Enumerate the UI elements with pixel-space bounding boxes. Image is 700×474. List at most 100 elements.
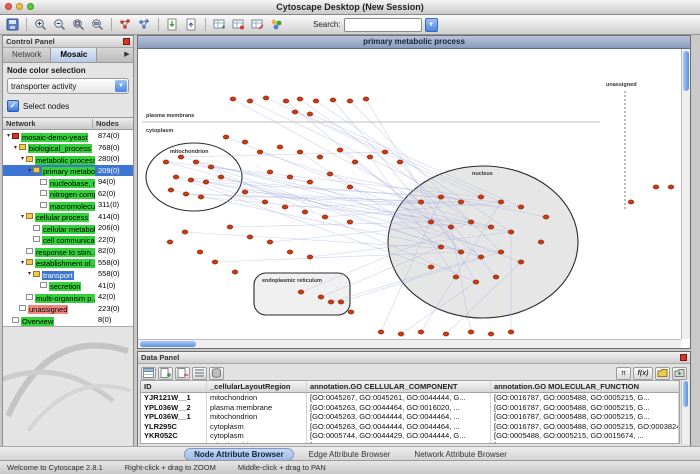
network-node[interactable]: [232, 270, 238, 274]
network-node[interactable]: [327, 172, 333, 176]
network-node[interactable]: [197, 250, 203, 254]
network-node[interactable]: [382, 150, 388, 154]
tree-expand-icon[interactable]: ▾: [19, 213, 26, 220]
select-attributes-icon[interactable]: [141, 367, 156, 380]
network-node[interactable]: [263, 96, 269, 100]
network-node[interactable]: [267, 170, 273, 174]
network-node[interactable]: [193, 160, 199, 164]
table-row[interactable]: YJR121W__1mitochondrion[GO:0045267, GO:0…: [141, 393, 679, 403]
tab-edge-attribute-browser[interactable]: Edge Attribute Browser: [300, 449, 400, 460]
network-node[interactable]: [653, 185, 659, 189]
tab-mosaic[interactable]: Mosaic: [51, 48, 97, 62]
network-node[interactable]: [283, 99, 289, 103]
network-node[interactable]: [223, 135, 229, 139]
network-node[interactable]: [328, 300, 334, 304]
scrollbar-thumb[interactable]: [683, 51, 689, 91]
network-node[interactable]: [458, 250, 464, 254]
network-node[interactable]: [330, 98, 336, 102]
zoom-selected-icon[interactable]: [70, 17, 87, 33]
column-header[interactable]: annotation.GO CELLULAR_COMPONENT: [307, 381, 491, 392]
network-node[interactable]: [628, 200, 634, 204]
formula-pi-icon[interactable]: π: [616, 367, 631, 380]
tree-expand-icon[interactable]: ▾: [12, 144, 19, 151]
network-node[interactable]: [493, 275, 499, 279]
attribute-list-icon[interactable]: [192, 367, 207, 380]
network-node[interactable]: [298, 290, 304, 294]
network-node[interactable]: [198, 195, 204, 199]
network-node[interactable]: [322, 215, 328, 219]
import-file-icon[interactable]: [672, 367, 687, 380]
vizmapper-icon[interactable]: [268, 17, 285, 33]
network-node[interactable]: [230, 97, 236, 101]
network-node[interactable]: [337, 148, 343, 152]
network-node[interactable]: [282, 205, 288, 209]
tree-expand-icon[interactable]: ▾: [19, 259, 26, 266]
network-node[interactable]: [478, 255, 484, 259]
network-node[interactable]: [347, 185, 353, 189]
network-node[interactable]: [183, 192, 189, 196]
save-icon[interactable]: [4, 17, 21, 33]
network-node[interactable]: [348, 310, 354, 314]
function-builder-icon[interactable]: f(x): [633, 367, 653, 380]
network-node[interactable]: [307, 255, 313, 259]
close-panel-icon[interactable]: [680, 354, 687, 361]
network-node[interactable]: [297, 150, 303, 154]
import-network-icon[interactable]: [164, 17, 181, 33]
column-header[interactable]: _cellularLayoutRegion: [207, 381, 307, 392]
network-node[interactable]: [313, 99, 319, 103]
network-node[interactable]: [287, 175, 293, 179]
network-node[interactable]: [498, 250, 504, 254]
network-node[interactable]: [468, 220, 474, 224]
search-options-arrow[interactable]: ▼: [425, 18, 438, 32]
network-node[interactable]: [543, 215, 549, 219]
network-node[interactable]: [378, 330, 384, 334]
network-horizontal-scrollbar[interactable]: [138, 339, 681, 348]
network-node[interactable]: [363, 97, 369, 101]
network-node[interactable]: [367, 155, 373, 159]
table-row[interactable]: YLR295Ccytoplasm[GO:0045263, GO:0044444,…: [141, 422, 679, 432]
network-node[interactable]: [168, 188, 174, 192]
database-icon[interactable]: [209, 367, 224, 380]
tree-expand-icon[interactable]: ▾: [26, 167, 33, 174]
tree-column-network[interactable]: Network: [3, 119, 93, 128]
network-node[interactable]: [302, 210, 308, 214]
table-row[interactable]: YDR039C__1mitochondrion[GO:0044464, GO:0…: [141, 441, 679, 444]
network-node[interactable]: [318, 295, 324, 299]
network-node[interactable]: [438, 245, 444, 249]
tab-overflow-arrow-icon[interactable]: ▶: [121, 48, 133, 62]
network-node[interactable]: [518, 260, 524, 264]
network-node[interactable]: [508, 230, 514, 234]
table-row[interactable]: YPL036W__2plasma membrane[GO:0045263, GO…: [141, 403, 679, 413]
network-node[interactable]: [538, 240, 544, 244]
scrollbar-thumb[interactable]: [140, 341, 196, 347]
open-folder-icon[interactable]: [655, 367, 670, 380]
network-node[interactable]: [668, 185, 674, 189]
network-node[interactable]: [498, 200, 504, 204]
network-node[interactable]: [428, 265, 434, 269]
network-node[interactable]: [297, 97, 303, 101]
select-nodes-checkbox[interactable]: ✓: [7, 100, 19, 112]
table-row[interactable]: YPL036W__1mitochondrion[GO:0045263, GO:0…: [141, 412, 679, 422]
network-node[interactable]: [317, 155, 323, 159]
network-node[interactable]: [188, 178, 194, 182]
network-node[interactable]: [478, 195, 484, 199]
network-node[interactable]: [292, 110, 298, 114]
zoom-fit-icon[interactable]: [89, 17, 106, 33]
search-input[interactable]: [344, 18, 422, 32]
network-node[interactable]: [227, 225, 233, 229]
network-node[interactable]: [208, 165, 214, 169]
zoom-out-icon[interactable]: [51, 17, 68, 33]
network-node[interactable]: [473, 280, 479, 284]
node-attribute-icon[interactable]: [230, 17, 247, 33]
network-node[interactable]: [262, 200, 268, 204]
network-node[interactable]: [163, 160, 169, 164]
scrollbar-thumb[interactable]: [683, 381, 688, 407]
network-node[interactable]: [242, 140, 248, 144]
network-node[interactable]: [267, 240, 273, 244]
network-node[interactable]: [307, 112, 313, 116]
network-node[interactable]: [398, 332, 404, 336]
network-node[interactable]: [518, 205, 524, 209]
network-node[interactable]: [218, 175, 224, 179]
tab-network-attribute-browser[interactable]: Network Attribute Browser: [405, 449, 515, 460]
network-node[interactable]: [453, 275, 459, 279]
